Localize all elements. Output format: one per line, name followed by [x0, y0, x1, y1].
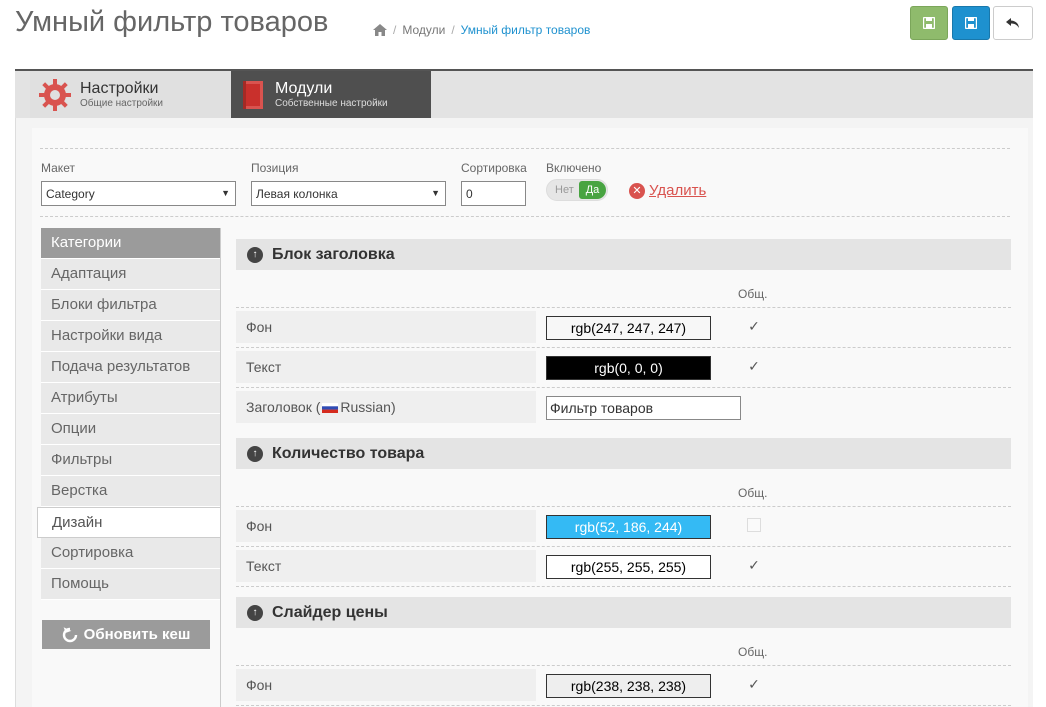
- color-picker-text[interactable]: rgb(0, 0, 0): [546, 356, 711, 380]
- color-picker-text[interactable]: rgb(255, 255, 255): [546, 555, 711, 579]
- color-picker-bg[interactable]: rgb(52, 186, 244): [546, 515, 711, 539]
- layout-label: Макет: [41, 161, 75, 175]
- position-select-value: Левая колонка: [256, 187, 338, 201]
- nav-header: Категории: [41, 228, 221, 259]
- nav-item-filter-blocks[interactable]: Блоки фильтра: [41, 290, 221, 321]
- arrow-up-icon: ↑: [247, 604, 263, 621]
- sort-input[interactable]: 0: [461, 181, 526, 206]
- layout-select[interactable]: Category ▼: [41, 181, 236, 206]
- row-label-text: Текст: [236, 351, 536, 383]
- row-label-text: Текст: [236, 550, 536, 582]
- left-nav: Категории Адаптация Блоки фильтра Настро…: [37, 228, 221, 600]
- section-header-product-count[interactable]: ↑ Количество товара: [236, 438, 1011, 469]
- common-checkbox[interactable]: ✓: [747, 677, 761, 691]
- common-checkbox[interactable]: ✓: [747, 319, 761, 333]
- breadcrumb-separator: /: [451, 23, 455, 37]
- row-divider: [236, 546, 1011, 547]
- breadcrumb-item-modules[interactable]: Модули: [402, 23, 445, 37]
- color-picker-bg[interactable]: rgb(238, 238, 238): [546, 674, 711, 698]
- breadcrumb: / Модули / Умный фильтр товаров: [373, 23, 590, 37]
- breadcrumb-separator: /: [393, 23, 397, 37]
- reply-icon: [1006, 18, 1019, 28]
- module-icon: [243, 80, 263, 109]
- section-header-title-block[interactable]: ↑ Блок заголовка: [236, 239, 1011, 270]
- breadcrumb-item-current[interactable]: Умный фильтр товаров: [461, 23, 591, 37]
- row-divider: [236, 307, 1011, 308]
- nav-item-markup[interactable]: Верстка: [41, 476, 221, 507]
- section-title: Слайдер цены: [272, 603, 388, 621]
- save-button[interactable]: [952, 6, 990, 40]
- save-icon: [923, 17, 935, 29]
- position-label: Позиция: [251, 161, 299, 175]
- nav-item-adaptation[interactable]: Адаптация: [41, 259, 221, 290]
- section-header-price-slider[interactable]: ↑ Слайдер цены: [236, 597, 1011, 628]
- delete-label: Удалить: [649, 182, 707, 199]
- enabled-label: Включено: [546, 161, 602, 175]
- color-picker-bg[interactable]: rgb(247, 247, 247): [546, 316, 711, 340]
- nav-item-options[interactable]: Опции: [41, 414, 221, 445]
- delete-link[interactable]: ✕ Удалить: [629, 182, 706, 199]
- heading-label-prefix: Заголовок (: [246, 399, 321, 415]
- sort-label: Сортировка: [461, 161, 527, 175]
- common-checkbox[interactable]: ✓: [747, 359, 761, 373]
- dropdown-arrow-icon: ▼: [221, 188, 230, 198]
- back-button[interactable]: [993, 6, 1033, 40]
- heading-language: Russian): [340, 399, 396, 415]
- nav-item-help[interactable]: Помощь: [41, 569, 221, 600]
- position-select[interactable]: Левая колонка ▼: [251, 181, 446, 206]
- row-label-bg: Фон: [236, 311, 536, 343]
- arrow-up-icon: ↑: [247, 246, 263, 263]
- home-icon[interactable]: [373, 24, 387, 36]
- toggle-yes: Да: [579, 181, 606, 199]
- page-title: Умный фильтр товаров: [15, 6, 329, 38]
- common-checkbox[interactable]: [747, 518, 761, 532]
- row-divider: [236, 506, 1011, 507]
- nav-item-filters[interactable]: Фильтры: [41, 445, 221, 476]
- common-column-label: Общ.: [738, 486, 768, 500]
- divider: [40, 148, 1010, 149]
- section-title: Блок заголовка: [272, 245, 395, 263]
- toggle-no: Нет: [555, 184, 574, 196]
- enabled-toggle[interactable]: Нет Да: [546, 179, 608, 201]
- nav-item-view-settings[interactable]: Настройки вида: [41, 321, 221, 352]
- tab-modules-subtitle: Собственные настройки: [275, 97, 388, 109]
- tab-modules[interactable]: Модули Собственные настройки: [231, 71, 431, 118]
- row-divider: [236, 665, 1011, 666]
- heading-input[interactable]: Фильтр товаров: [546, 396, 741, 420]
- nav-item-results[interactable]: Подача результатов: [41, 352, 221, 383]
- section-title: Количество товара: [272, 444, 425, 462]
- refresh-icon: [62, 626, 77, 642]
- nav-divider: [220, 228, 221, 707]
- row-divider: [236, 586, 1011, 587]
- common-column-label: Общ.: [738, 287, 768, 301]
- tab-bar: Настройки Общие настройки Модули Собстве…: [15, 69, 1033, 118]
- save-stay-button[interactable]: [910, 6, 948, 40]
- row-divider: [236, 347, 1011, 348]
- common-column-label: Общ.: [738, 645, 768, 659]
- common-checkbox[interactable]: ✓: [747, 558, 761, 572]
- page-header: Умный фильтр товаров / Модули / Умный фи…: [0, 0, 1046, 60]
- nav-item-sorting[interactable]: Сортировка: [41, 538, 221, 569]
- tab-settings-title: Настройки: [80, 79, 159, 97]
- tab-settings[interactable]: Настройки Общие настройки: [30, 71, 231, 118]
- save-icon: [965, 17, 977, 29]
- row-label-heading: Заголовок ( Russian): [236, 391, 536, 423]
- nav-item-design[interactable]: Дизайн: [37, 507, 221, 538]
- delete-icon: ✕: [629, 182, 645, 199]
- refresh-cache-button[interactable]: Обновить кеш: [42, 620, 210, 649]
- dropdown-arrow-icon: ▼: [431, 188, 440, 198]
- row-divider: [236, 705, 1011, 706]
- tab-modules-title: Модули: [275, 79, 333, 97]
- tab-settings-subtitle: Общие настройки: [80, 97, 163, 109]
- nav-item-attributes[interactable]: Атрибуты: [41, 383, 221, 414]
- row-divider: [236, 387, 1011, 388]
- russian-flag-icon: [322, 403, 339, 414]
- layout-select-value: Category: [46, 187, 95, 201]
- gear-icon: [39, 78, 71, 111]
- refresh-cache-label: Обновить кеш: [83, 626, 191, 643]
- row-label-bg: Фон: [236, 669, 536, 701]
- row-label-bg: Фон: [236, 510, 536, 542]
- divider: [40, 216, 1010, 217]
- arrow-up-icon: ↑: [247, 445, 263, 462]
